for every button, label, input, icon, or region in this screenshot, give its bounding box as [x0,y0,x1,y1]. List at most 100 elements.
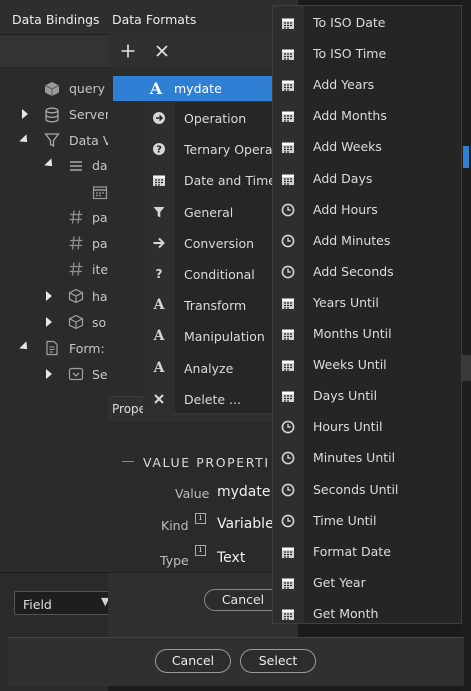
data-bindings-title: Data Bindings [12,12,100,27]
calendar-icon [281,576,295,590]
calendar-icon [281,16,295,30]
calendar-icon [281,172,295,186]
clock-icon [281,203,295,217]
menu-item-label: Transform [184,298,247,313]
tree-item-label: ite [92,262,109,277]
calendar-icon [92,183,108,201]
tree-item-label: Form: f [69,341,114,356]
clock-icon [281,265,295,279]
select-button[interactable]: Select [240,649,316,673]
value-field[interactable]: mydate [217,484,271,500]
filter-icon [43,131,61,149]
plus-icon [121,44,135,58]
expand-arrow-icon[interactable] [46,291,52,301]
clock-icon [281,234,295,248]
tree-item-label: Server [69,107,110,122]
menu-item-label: Analyze [184,361,234,376]
calendar-icon [281,389,295,403]
menu-item-label: Manipulation [184,329,265,344]
clock-icon [281,420,295,434]
submenu-item-label: To ISO Time [313,46,387,61]
question-circle-icon: ? [151,141,167,157]
properties-title: Prope [112,402,147,416]
tree-item-label: pa [92,210,108,225]
expand-arrow-icon[interactable] [46,369,52,379]
hash-icon [67,260,85,278]
calendar-icon [281,47,295,61]
tree-item-label: da [92,158,108,173]
letter-a-icon: A [153,328,165,344]
submenu-item-label: Add Years [313,77,375,92]
submenu-item-label: Format Date [313,544,391,559]
tree-item-label: pa [92,236,108,251]
value-label: Value [175,486,210,501]
calendar-icon [281,358,295,372]
calendar-icon [281,78,295,92]
filter-icon [151,204,167,220]
submenu-item-label: Add Months [313,108,387,123]
calendar-icon [281,296,295,310]
info-icon[interactable]: i [195,513,206,524]
properties-cancel-button[interactable]: Cancel [204,589,282,611]
expand-arrow-icon[interactable] [22,109,28,119]
submenu-item-label: Seconds Until [313,482,399,497]
tree-item-label: ha [92,289,108,304]
kind-field[interactable]: Variable [217,516,274,532]
submenu-icon-gutter [273,6,304,623]
add-format-button[interactable] [118,41,138,61]
type-field[interactable]: Text [217,550,245,566]
cancel-button[interactable]: Cancel [155,649,231,673]
calendar-icon [281,327,295,341]
submenu-item-label: To ISO Date [313,15,386,30]
format-item-label: mydate [174,81,222,96]
submenu-item-label: Weeks Until [313,357,387,372]
hash-icon [67,208,85,226]
field-select-value: Field [23,597,52,612]
menu-item-label: Date and Time [184,173,276,188]
data-bindings-toolbar [0,35,108,68]
underlying-window-edge [462,0,471,691]
menu-item-label: General [184,205,234,220]
kind-label: Kind [161,518,189,533]
expand-arrow-icon[interactable] [46,317,52,327]
type-label: Type [160,553,189,568]
database-icon [43,106,61,124]
clock-icon [281,451,295,465]
submenu-item-label: Get Year [313,575,366,590]
menu-item-label: Operation [184,111,247,126]
svg-text:?: ? [156,145,162,156]
underlying-accent [463,146,469,168]
menu-item-label: Conditional [184,267,255,282]
question-icon: ? [155,267,163,281]
remove-format-button[interactable] [152,41,172,61]
submenu-item-label: Add Days [313,171,373,186]
submenu-item-label: Add Seconds [313,264,394,279]
select-icon [67,365,85,383]
cube-icon [43,80,61,98]
tree-item-label: so [92,315,107,330]
tree-item-label: Data V [69,133,112,148]
submenu-item-label: Get Month [313,606,379,621]
value-properties-title: VALUE PROPERTI [143,455,270,470]
submenu-item-label: Add Hours [313,202,378,217]
collapse-dash-icon[interactable] [122,461,134,462]
clock-icon [281,483,295,497]
info-icon[interactable]: i [195,545,206,556]
form-icon [43,339,61,357]
submenu-item-label: Months Until [313,326,392,341]
submenu-item-label: Hours Until [313,419,383,434]
list-icon [67,157,85,175]
submenu-item-label: Minutes Until [313,450,396,465]
letter-a-icon: A [149,78,163,98]
arrow-right-icon [151,235,167,251]
underlying-block [462,355,471,381]
submenu-item-label: Time Until [313,513,377,528]
close-icon [151,391,167,407]
letter-a-icon: A [153,360,165,376]
menu-item-label: Ternary Operati [184,142,281,157]
tree-item-label: query [69,81,106,96]
submenu-item-label: Days Until [313,388,378,403]
hash-icon [67,234,85,252]
close-icon [156,45,168,57]
calendar-icon [281,607,295,621]
